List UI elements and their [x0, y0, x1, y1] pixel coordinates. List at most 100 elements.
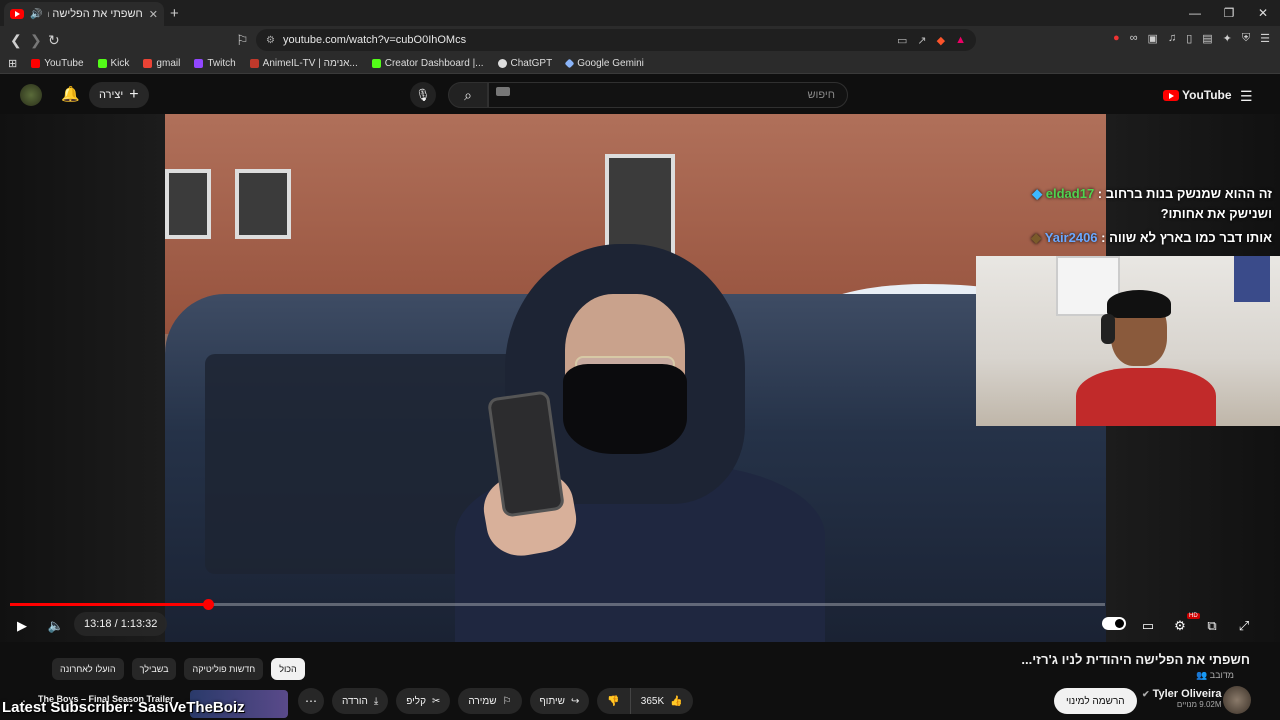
music-icon[interactable]: ♫	[1168, 32, 1176, 45]
video-title: חשפתי את הפלישה היהודית לניו ג'רזי...	[1021, 652, 1250, 667]
chat-message-continued: ושנישק את אחותו?	[1160, 206, 1272, 221]
hamburger-menu-icon[interactable]: ☰	[1240, 88, 1253, 105]
dubbed-icon: 👥	[1195, 670, 1208, 680]
new-tab-button[interactable]: +	[170, 5, 179, 22]
bookmark-save-icon: ⚐	[502, 695, 512, 707]
more-actions-button[interactable]: ⋯	[298, 688, 324, 714]
streamer-hair	[1107, 290, 1171, 318]
site-info-icon[interactable]: ⚙	[266, 35, 275, 46]
youtube-logo-icon	[1163, 89, 1179, 101]
play-button[interactable]: ▶	[8, 614, 36, 638]
share-button[interactable]: ↪ שיתוף	[529, 688, 590, 714]
wallet-icon[interactable]: ▤	[1202, 32, 1212, 45]
rewards-icon[interactable]: ▲	[955, 34, 966, 47]
bookmark-item[interactable]: Kick	[97, 58, 129, 69]
bookmark-favicon-icon	[97, 59, 107, 68]
browser-tab-bar: 🔊 חשפתי את הפלישה היהודית ✕ + — ❐ ✕	[0, 0, 1280, 26]
brave-shield-icon[interactable]: ◆	[937, 34, 945, 47]
bookmark-item[interactable]: ChatGPT	[497, 58, 552, 69]
youtube-favicon-icon	[10, 9, 24, 19]
minimize-button[interactable]: —	[1178, 0, 1212, 26]
bookmark-favicon-icon	[249, 59, 259, 68]
close-window-button[interactable]: ✕	[1246, 0, 1280, 26]
miniplayer-button[interactable]: ⧉	[1198, 614, 1226, 638]
save-button[interactable]: ⚐ שמירה	[458, 688, 522, 714]
bookmark-favicon-icon	[497, 59, 507, 68]
like-button[interactable]: 365K 👍	[629, 688, 693, 714]
progress-bar[interactable]	[10, 599, 1105, 610]
video-player[interactable]: זה ההוא שמנשק בנות ברחוב : eldad17 ◆ ושנ…	[0, 114, 1280, 642]
url-bar[interactable]: ⚙ youtube.com/watch?v=cubO0IhOMcs ▭ ↗ ◆ …	[256, 29, 976, 51]
progress-fill	[10, 603, 209, 606]
download-icon: ⤓	[373, 695, 379, 707]
screenshot-extension-icon[interactable]: ▣	[1148, 32, 1158, 45]
related-filter-chips: הועלו לאחרונה בשבילך חדשות פוליטיקה הכול	[52, 658, 305, 680]
sidebar-icon[interactable]: ▯	[1186, 32, 1192, 45]
chip-for-you[interactable]: בשבילך	[131, 658, 177, 680]
webcam-poster	[1234, 256, 1270, 302]
video-frame[interactable]	[165, 114, 1106, 642]
create-button[interactable]: יצירה +	[89, 82, 149, 108]
play-icon: ▶	[17, 618, 27, 633]
streamer-webcam-overlay	[976, 256, 1280, 426]
miniplayer-icon: ⧉	[1207, 618, 1217, 633]
link-extension-icon[interactable]: ∞	[1130, 32, 1138, 45]
forward-icon[interactable]: ❯	[30, 32, 42, 49]
subscribe-button[interactable]: הרשמה למינוי	[1054, 688, 1137, 714]
bookmark-item[interactable]: YouTube	[31, 58, 84, 69]
chat-username: Yair2406	[1044, 230, 1098, 245]
stream-chat-overlay: זה ההוא שמנשק בנות ברחוב : eldad17 ◆ ושנ…	[992, 184, 1272, 248]
chat-username: eldad17	[1045, 186, 1095, 201]
keyboard-icon[interactable]	[496, 87, 510, 96]
chat-badge-icon: ◆	[1031, 230, 1042, 245]
url-text: youtube.com/watch?v=cubO0IhOMcs	[282, 34, 467, 46]
bookmark-item[interactable]: Twitch	[194, 58, 236, 69]
leo-ai-icon[interactable]: ✦	[1223, 32, 1232, 45]
download-button[interactable]: ⤓ הורדה	[332, 688, 389, 714]
chat-message: זה ההוא שמנשק בנות ברחוב : eldad17 ◆	[1032, 186, 1272, 201]
search-input[interactable]: חיפוש	[488, 82, 848, 108]
mute-button[interactable]: 🔈	[42, 614, 70, 638]
share-page-icon[interactable]: ↗	[917, 34, 926, 47]
record-extension-icon[interactable]: ●	[1113, 32, 1120, 45]
bookmark-item[interactable]: Creator Dashboard |...	[371, 58, 484, 69]
chip-all[interactable]: הכול	[271, 658, 305, 680]
reload-icon[interactable]: ↻	[48, 32, 60, 49]
bookmark-item[interactable]: AnimeIL-TV | אנימה...	[249, 58, 358, 69]
channel-avatar[interactable]	[1223, 686, 1251, 714]
autoplay-toggle[interactable]	[1102, 617, 1126, 630]
restore-button[interactable]: ❐	[1212, 0, 1246, 26]
dislike-button[interactable]: 👎	[597, 688, 629, 714]
chip-political-news[interactable]: חדשות פוליטיקה	[184, 658, 264, 680]
vpn-icon[interactable]: ⛨	[1242, 32, 1250, 45]
subtitles-button[interactable]: ▭	[1134, 614, 1162, 638]
scene-window	[235, 169, 291, 239]
close-tab-icon[interactable]: ✕	[149, 8, 158, 21]
bookmark-item[interactable]: gmail	[143, 58, 180, 69]
apps-grid-icon[interactable]: ⊞	[8, 57, 17, 70]
streamer	[1071, 290, 1221, 426]
bookmark-icon[interactable]: ⚐	[236, 32, 249, 49]
bookmark-item[interactable]: Google Gemini	[564, 58, 644, 69]
fullscreen-button[interactable]: ⤢	[1230, 614, 1258, 638]
speaker-icon[interactable]: 🔊	[30, 9, 42, 20]
player-left-letterbox	[0, 114, 165, 642]
scene-person	[455, 244, 825, 642]
back-icon[interactable]: ❮	[10, 32, 22, 49]
account-avatar[interactable]	[20, 84, 42, 106]
cast-icon[interactable]: ▭	[897, 34, 907, 47]
thumbs-down-icon: 👎	[607, 695, 620, 707]
notifications-bell-icon[interactable]: 🔔	[61, 85, 80, 103]
youtube-logo-overlay: YouTube	[1163, 88, 1232, 102]
channel-name: Tyler Oliveira	[1152, 688, 1222, 700]
chat-badge-icon: ◆	[1032, 186, 1043, 201]
search-button[interactable]: ⌕	[448, 82, 488, 108]
chip-recently-uploaded[interactable]: הועלו לאחרונה	[52, 658, 124, 680]
browser-tab[interactable]: 🔊 חשפתי את הפלישה היהודית ✕	[4, 2, 164, 26]
clip-button[interactable]: ✂ קליפ	[396, 688, 451, 714]
voice-search-mic-icon[interactable]: 🎙	[410, 82, 436, 108]
channel-info[interactable]: ✔ Tyler Oliveira 9.02M מנויים	[1142, 688, 1222, 709]
streamer-headset	[1101, 314, 1115, 344]
menu-icon[interactable]: ☰	[1260, 32, 1270, 45]
bookmark-favicon-icon	[143, 59, 153, 68]
